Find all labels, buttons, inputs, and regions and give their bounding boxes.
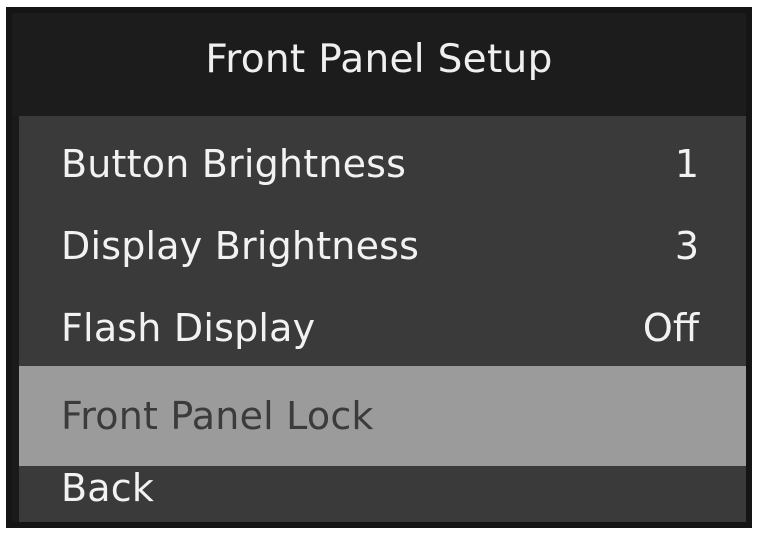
menu-item-value: 1: [674, 141, 699, 186]
menu-item-label: Display Brightness: [61, 223, 420, 268]
menu-item-button-brightness[interactable]: Button Brightness 1: [19, 122, 746, 205]
menu-item-flash-display[interactable]: Flash Display Off: [19, 286, 746, 369]
front-panel-display: Front Panel Setup Button Brightness 1 Di…: [6, 7, 752, 528]
menu-item-label: Button Brightness: [61, 141, 407, 186]
menu-item-value: Off: [642, 305, 699, 350]
menu-item-label: Front Panel Lock: [61, 394, 374, 438]
menu-item-display-brightness[interactable]: Display Brightness 3: [19, 204, 746, 287]
menu-item-label: Flash Display: [61, 305, 316, 350]
menu-item-value: 3: [674, 223, 699, 268]
menu-item-back[interactable]: Back: [19, 446, 746, 522]
page-title: Front Panel Setup: [205, 37, 553, 82]
title-bar: Front Panel Setup: [12, 13, 746, 116]
menu-item-label: Back: [61, 465, 155, 510]
settings-menu: Button Brightness 1 Display Brightness 3…: [19, 116, 746, 522]
